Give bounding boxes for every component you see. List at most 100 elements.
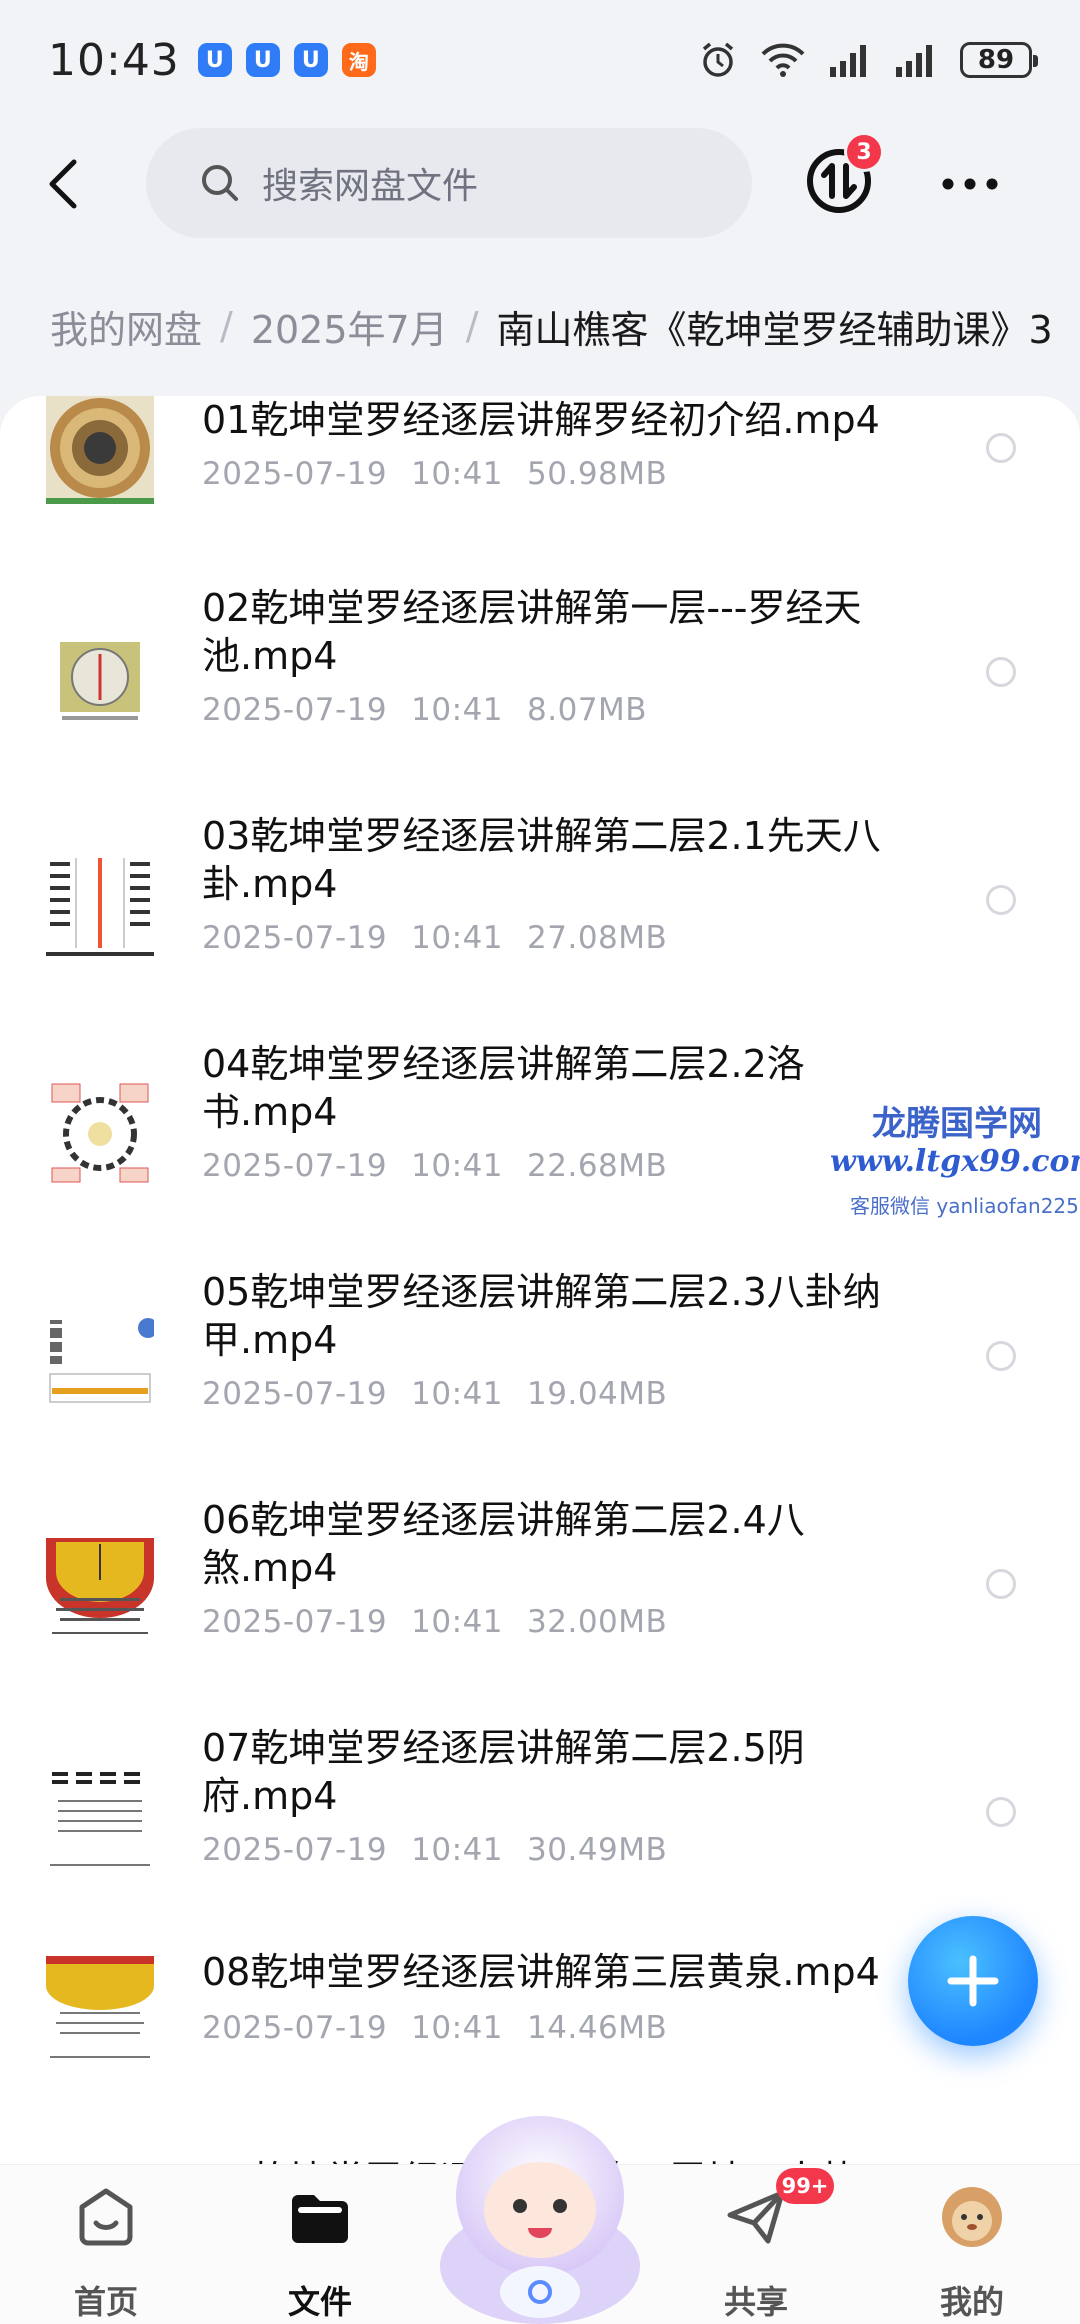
file-date: 2025-07-19: [202, 1376, 388, 1412]
file-meta: 2025-07-19 10:41 8.07MB: [202, 692, 671, 728]
battery-indicator: 89: [960, 42, 1038, 78]
notification-app-icon: U: [293, 43, 328, 77]
file-row[interactable]: 06乾坤堂罗经逐层讲解第二层2.4八煞.mp4 2025-07-19 10:41 3…: [0, 1476, 1080, 1704]
taobao-app-icon: 淘: [341, 43, 376, 77]
file-name: 03乾坤堂罗经逐层讲解第二层2.1先天八卦.mp4: [202, 814, 881, 906]
video-thumbnail: [46, 848, 154, 960]
video-thumbnail: [46, 396, 154, 504]
home-icon: [79, 2188, 133, 2246]
file-name: 06乾坤堂罗经逐层讲解第二层2.4八煞.mp4: [202, 1498, 805, 1590]
file-meta: 2025-07-19 10:41 50.98MB: [202, 456, 691, 492]
file-size: 8.07MB: [527, 692, 648, 728]
share-count-badge: 99+: [776, 2168, 834, 2204]
file-time: 10:41: [411, 692, 504, 728]
select-radio[interactable]: [986, 433, 1016, 463]
search-placeholder: 搜索网盘文件: [262, 166, 479, 207]
video-thumbnail: [46, 1304, 154, 1416]
file-name: 01乾坤堂罗经逐层讲解罗经初介绍.mp4: [202, 398, 880, 442]
file-date: 2025-07-19: [202, 692, 388, 728]
search-bar[interactable]: 搜索网盘文件: [146, 128, 752, 238]
file-name: 07乾坤堂罗经逐层讲解第二层2.5阴府.mp4: [202, 1726, 805, 1818]
file-date: 2025-07-19: [202, 1832, 388, 1868]
file-time: 10:41: [411, 920, 504, 956]
select-radio[interactable]: [986, 1341, 1016, 1371]
notification-app-icon: U: [197, 43, 232, 77]
watermark-url: www.ltgx99.com: [830, 1144, 1080, 1179]
file-time: 10:41: [411, 1604, 504, 1640]
video-thumbnail: [46, 1076, 154, 1188]
more-dots-icon: [942, 178, 998, 190]
nav-label: 我的: [939, 2283, 1004, 2321]
select-radio[interactable]: [986, 657, 1016, 687]
file-meta: 2025-07-19 10:41 30.49MB: [202, 1832, 691, 1868]
nav-tab-me[interactable]: 我的: [902, 2185, 1042, 2321]
file-row[interactable]: 05乾坤堂罗经逐层讲解第二层2.3八卦纳甲.mp4 2025-07-19 10:4…: [0, 1248, 1080, 1476]
top-bar: 搜索网盘文件 3: [0, 128, 1080, 238]
file-date: 2025-07-19: [202, 2010, 388, 2046]
nav-label: 文件: [287, 2283, 352, 2321]
file-row[interactable]: 07乾坤堂罗经逐层讲解第二层2.5阴府.mp4 2025-07-19 10:41 3…: [0, 1704, 1080, 1932]
breadcrumb-current-folder: 南山樵客《乾坤堂罗经辅助课》3: [496, 307, 1053, 352]
breadcrumb-separator: /: [465, 304, 479, 348]
file-meta: 2025-07-19 10:41 22.68MB: [202, 1148, 691, 1184]
file-date: 2025-07-19: [202, 1148, 388, 1184]
file-size: 32.00MB: [527, 1604, 668, 1640]
file-time: 10:41: [411, 1832, 504, 1868]
file-size: 22.68MB: [527, 1148, 668, 1184]
file-row[interactable]: 02乾坤堂罗经逐层讲解第一层---罗经天池.mp4 2025-07-19 10:4…: [0, 564, 1080, 792]
file-time: 10:41: [411, 1148, 504, 1184]
nav-tab-share[interactable]: 共享: [686, 2185, 826, 2321]
file-row[interactable]: 01乾坤堂罗经逐层讲解罗经初介绍.mp4 2025-07-19 10:41 50.9…: [0, 396, 1080, 564]
nav-tab-home[interactable]: 首页: [36, 2185, 176, 2321]
select-radio[interactable]: [986, 885, 1016, 915]
file-list: 01乾坤堂罗经逐层讲解罗经初介绍.mp4 2025-07-19 10:41 50.9…: [0, 396, 1080, 2196]
file-size: 19.04MB: [527, 1376, 668, 1412]
file-meta: 2025-07-19 10:41 32.00MB: [202, 1604, 691, 1640]
video-thumbnail: [46, 1532, 154, 1644]
signal-icon: [828, 43, 872, 77]
nav-tab-files[interactable]: 文件: [250, 2185, 390, 2321]
avatar-icon: [942, 2187, 1002, 2247]
transfer-count-badge: 3: [844, 132, 884, 172]
file-date: 2025-07-19: [202, 1604, 388, 1640]
video-thumbnail: [46, 620, 154, 732]
notification-app-icon: U: [245, 43, 280, 77]
file-name: 05乾坤堂罗经逐层讲解第二层2.3八卦纳甲.mp4: [202, 1270, 881, 1362]
more-options-button[interactable]: [940, 164, 1000, 204]
status-bar: 10:43 U U U 淘 89: [0, 0, 1080, 120]
file-meta: 2025-07-19 10:41 19.04MB: [202, 1376, 691, 1412]
file-row[interactable]: 03乾坤堂罗经逐层讲解第二层2.1先天八卦.mp4 2025-07-19 10:4…: [0, 792, 1080, 1020]
signal-icon: [894, 43, 938, 77]
file-meta: 2025-07-19 10:41 14.46MB: [202, 2010, 691, 2046]
nav-label: 首页: [73, 2283, 138, 2321]
video-thumbnail: [46, 1760, 154, 1872]
file-size: 50.98MB: [527, 456, 668, 492]
file-meta: 2025-07-19 10:41 27.08MB: [202, 920, 691, 956]
select-radio[interactable]: [986, 1797, 1016, 1827]
nav-label: 共享: [723, 2283, 788, 2321]
breadcrumb: 我的网盘 / 2025年7月 / 南山樵客《乾坤堂罗经辅助课》3: [50, 296, 1080, 356]
watermark-contact: 客服微信 yanliaofan225: [850, 1194, 1079, 1218]
status-time: 10:43: [48, 34, 180, 86]
add-button[interactable]: [908, 1916, 1038, 2046]
chevron-left-icon: [49, 159, 77, 209]
file-size: 27.08MB: [527, 920, 668, 956]
file-name: 02乾坤堂罗经逐层讲解第一层---罗经天池.mp4: [202, 586, 862, 678]
mascot-icon[interactable]: [432, 2106, 648, 2324]
file-size: 30.49MB: [527, 1832, 668, 1868]
file-name: 08乾坤堂罗经逐层讲解第三层黄泉.mp4: [202, 1950, 880, 1994]
file-time: 10:41: [411, 1376, 504, 1412]
alarm-icon: [698, 40, 738, 80]
file-time: 10:41: [411, 2010, 504, 2046]
video-thumbnail: [46, 1952, 154, 2064]
transfer-list-button[interactable]: 3: [804, 132, 884, 216]
file-size: 14.46MB: [527, 2010, 668, 2046]
breadcrumb-item-my-drive[interactable]: 我的网盘: [50, 299, 202, 354]
breadcrumb-item-month[interactable]: 2025年7月: [251, 299, 448, 354]
watermark-title: 龙腾国学网: [872, 1104, 1042, 1144]
wifi-icon: [760, 42, 806, 78]
select-radio[interactable]: [986, 1569, 1016, 1599]
plus-icon: [947, 1955, 999, 2007]
back-button[interactable]: [40, 156, 90, 212]
file-name: 04乾坤堂罗经逐层讲解第二层2.2洛书.mp4: [202, 1042, 805, 1134]
